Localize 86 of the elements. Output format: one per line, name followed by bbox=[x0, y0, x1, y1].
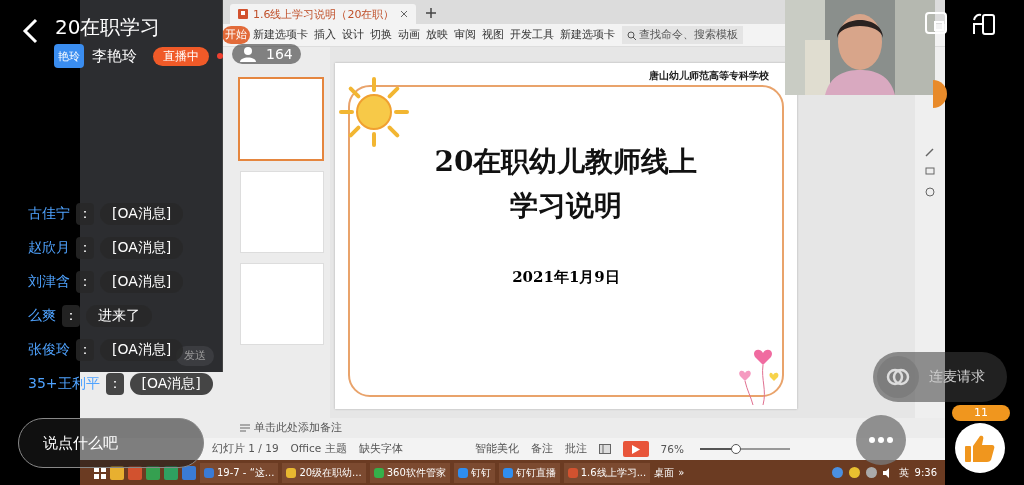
play-icon bbox=[631, 444, 640, 454]
viewer-count: 164 bbox=[266, 46, 293, 62]
slide-date: 2021年1月9日 bbox=[512, 268, 620, 286]
desktop-button[interactable]: 桌面 bbox=[654, 465, 675, 480]
beautify-button[interactable]: 智能美化 bbox=[474, 442, 519, 456]
back-icon[interactable] bbox=[22, 18, 38, 44]
live-dot bbox=[217, 53, 223, 59]
comment-button[interactable]: 批注 bbox=[564, 442, 587, 456]
comment-user: 赵欣月 bbox=[28, 239, 70, 257]
link-icon bbox=[886, 367, 910, 387]
ribbon-tab[interactable]: 切换 bbox=[367, 26, 395, 44]
comment-text: [OA消息] bbox=[129, 373, 213, 395]
search-icon bbox=[627, 30, 636, 40]
document-tab[interactable]: 1.6线上学习说明（20在职） bbox=[230, 4, 416, 24]
ribbon-tab[interactable]: 设计 bbox=[339, 26, 367, 44]
slide-title: 学习说明 bbox=[510, 188, 622, 224]
sun-drawing bbox=[339, 77, 409, 147]
ribbon-tab[interactable]: 视图 bbox=[479, 26, 507, 44]
taskbar-window[interactable]: 20级在职幼... bbox=[282, 462, 366, 483]
thumbs-up-icon bbox=[965, 434, 995, 462]
taskbar-window[interactable]: 钉钉直播 bbox=[498, 462, 560, 483]
slide-count: 幻灯片 1 / 19 bbox=[212, 442, 279, 456]
close-icon[interactable] bbox=[399, 10, 408, 18]
colon: ： bbox=[62, 305, 80, 327]
ribbon-tab[interactable]: 放映 bbox=[423, 26, 451, 44]
like-count: 11 bbox=[952, 405, 1010, 421]
tray-icon[interactable] bbox=[831, 467, 843, 478]
colon: ： bbox=[76, 339, 94, 361]
notes-icon bbox=[240, 424, 250, 432]
taskbar-window[interactable]: 钉钉 bbox=[453, 462, 495, 483]
rotate-icon[interactable] bbox=[972, 12, 996, 36]
theme-name: Office 主题 bbox=[290, 442, 347, 456]
comment-text: [OA消息] bbox=[100, 203, 184, 225]
plus-icon[interactable] bbox=[425, 8, 436, 18]
app-icon[interactable] bbox=[128, 465, 142, 480]
comment-user: 张俊玲 bbox=[28, 341, 70, 359]
ribbon-tab[interactable]: 插入 bbox=[311, 26, 339, 44]
colon: ： bbox=[76, 271, 94, 293]
ribbon-tab[interactable]: 开发工具 bbox=[507, 26, 557, 44]
view-icon[interactable] bbox=[598, 444, 611, 454]
comment-user: 刘津含 bbox=[28, 273, 70, 291]
presentation-icon bbox=[238, 9, 248, 19]
search-placeholder: 查找命令、搜索模板 bbox=[639, 28, 738, 42]
pen-icon[interactable] bbox=[925, 147, 935, 157]
colon: ： bbox=[76, 203, 94, 225]
comment-text: [OA消息] bbox=[100, 271, 184, 293]
app-icon[interactable] bbox=[164, 465, 178, 480]
notes-button[interactable]: 备注 bbox=[530, 442, 553, 456]
ribbon-tab[interactable]: 新建选项卡 bbox=[557, 26, 618, 44]
host-name: 李艳玲 bbox=[92, 46, 137, 66]
taskbar-window[interactable]: 19-7 - “这... bbox=[200, 462, 279, 483]
tab-title: 1.6线上学习说明（20在职） bbox=[253, 6, 395, 22]
play-button[interactable] bbox=[622, 441, 649, 457]
taskbar-window[interactable]: 1.6线上学习... bbox=[563, 462, 651, 483]
zoom-level[interactable]: 76% bbox=[660, 443, 684, 455]
school-name: 唐山幼儿师范高等专科学校 bbox=[649, 69, 769, 83]
screen-icon[interactable] bbox=[925, 167, 935, 177]
more-button[interactable]: » bbox=[678, 467, 685, 478]
app-icon[interactable] bbox=[146, 465, 160, 480]
tray-icon[interactable] bbox=[848, 467, 860, 478]
help-icon[interactable] bbox=[925, 187, 935, 197]
comment-text: 进来了 bbox=[86, 305, 152, 327]
comment-text: [OA消息] bbox=[100, 339, 184, 361]
tray-icon[interactable] bbox=[865, 467, 877, 478]
comment-user: 么爽 bbox=[28, 307, 56, 325]
input-method[interactable]: 英 bbox=[898, 465, 909, 480]
search-field[interactable]: 查找命令、搜索模板 bbox=[622, 26, 743, 44]
ribbon-tab[interactable]: 新建选项卡 bbox=[250, 26, 311, 44]
ribbon-tab[interactable]: 动画 bbox=[395, 26, 423, 44]
comment-text: [OA消息] bbox=[100, 237, 184, 259]
slide-title: 20在职幼儿教师线上 bbox=[434, 144, 698, 180]
clock: 9:36 bbox=[914, 467, 937, 478]
colon: ： bbox=[76, 237, 94, 259]
send-button[interactable]: 发送 bbox=[176, 346, 214, 366]
more-icon bbox=[869, 437, 893, 443]
ribbon-tab[interactable]: 审阅 bbox=[451, 26, 479, 44]
side-tab[interactable] bbox=[933, 80, 947, 108]
app-icon[interactable] bbox=[110, 465, 124, 480]
like-button[interactable] bbox=[955, 423, 1005, 473]
comment-user: 古佳宁 bbox=[28, 205, 70, 223]
notes-placeholder[interactable]: 单击此处添加备注 bbox=[254, 421, 342, 435]
start-icon[interactable] bbox=[94, 466, 106, 479]
missing-font-link[interactable]: 缺失字体 bbox=[358, 442, 403, 456]
slide-thumbnail[interactable] bbox=[238, 77, 324, 161]
taskbar-window[interactable]: 360软件管家 bbox=[369, 462, 450, 483]
stream-title: 20在职学习 bbox=[55, 14, 161, 41]
